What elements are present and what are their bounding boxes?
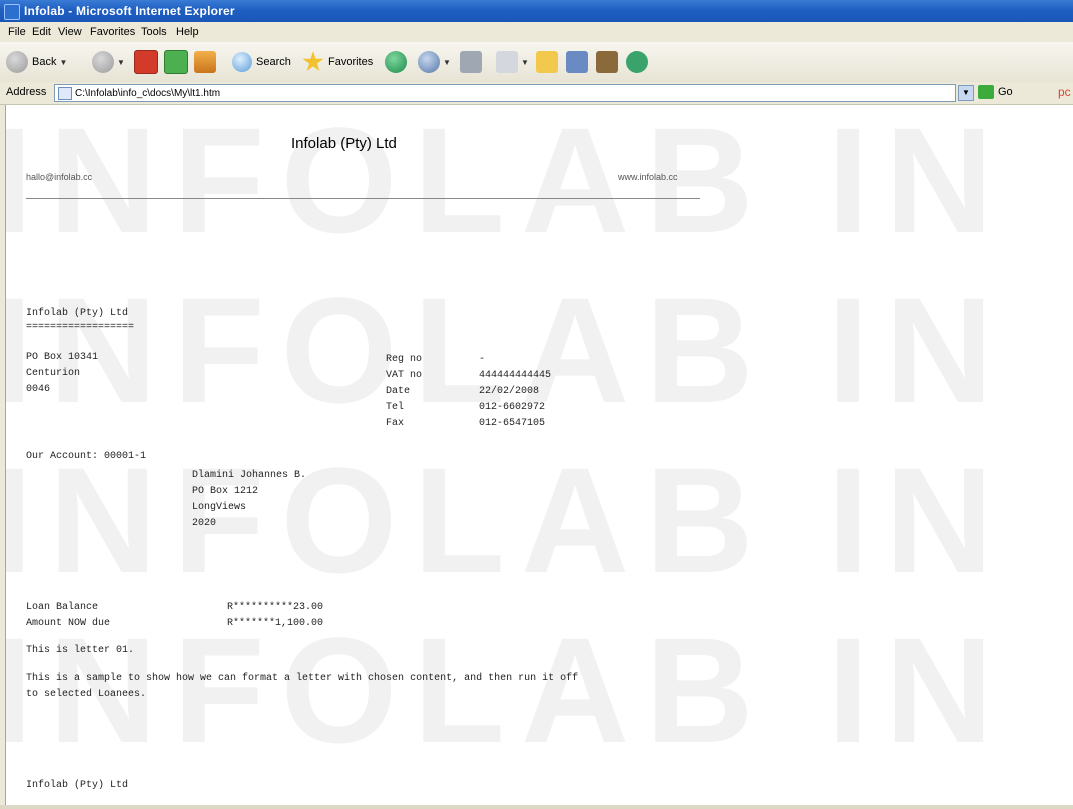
refresh-icon (164, 50, 188, 74)
menu-edit[interactable]: Edit (32, 26, 51, 38)
stop-button[interactable] (134, 48, 158, 76)
recipient-line: PO Box 1212 (192, 486, 259, 497)
sender-address-line: Centurion (26, 368, 81, 379)
watermark-row: INFOLAB IN (5, 105, 1010, 264)
history-icon (418, 51, 440, 73)
print-icon (460, 51, 482, 73)
page-icon (58, 87, 72, 100)
detail-label: VAT no (386, 370, 423, 381)
detail-label: Reg no (386, 354, 423, 365)
stop-icon (134, 50, 158, 74)
search-button[interactable]: Search (232, 48, 291, 76)
favorites-label: Favorites (328, 56, 374, 68)
favorites-button[interactable]: Favorites (302, 48, 373, 76)
folder-button[interactable] (536, 48, 558, 76)
detail-value: 012-6602972 (479, 402, 546, 413)
detail-label: Tel (386, 402, 405, 413)
chevron-down-icon: ▼ (443, 57, 451, 67)
extra-toolbar-text[interactable]: pc (1058, 85, 1071, 99)
search-icon (232, 52, 252, 72)
detail-label: Fax (386, 418, 405, 429)
forward-arrow-icon (92, 51, 114, 73)
chevron-down-icon: ▼ (521, 57, 529, 67)
sender-company: Infolab (Pty) Ltd (26, 308, 129, 319)
address-label: Address (6, 86, 47, 98)
refresh-button[interactable] (164, 48, 188, 76)
print-button[interactable] (460, 48, 482, 76)
amount-due-value: R*******1,100.00 (227, 618, 324, 629)
edit-icon (496, 51, 518, 73)
page-content: INFOLAB IN INFOLAB IN INFOLAB IN INFOLAB… (5, 105, 1073, 805)
edit-button[interactable]: ▼ (496, 48, 529, 76)
menu-tools[interactable]: Tools (141, 26, 167, 38)
book-button[interactable] (596, 48, 618, 76)
footer-company: Infolab (Pty) Ltd (26, 780, 129, 791)
toolbar: Back ▼ ▼ Search Favorites ▼ ▼ (0, 42, 1073, 83)
letterhead-title: Infolab (Pty) Ltd (291, 135, 397, 152)
media-icon (385, 51, 407, 73)
menu-favorites[interactable]: Favorites (90, 26, 135, 38)
address-bar: Address ▼ Go pc (0, 82, 1073, 105)
book-icon (596, 51, 618, 73)
body-text-line: to selected Loanees. (26, 689, 147, 700)
address-input[interactable] (75, 86, 935, 100)
status-bar (0, 805, 1073, 809)
loan-balance-value: R**********23.00 (227, 602, 324, 613)
letterhead-website: www.infolab.cc (618, 172, 678, 182)
letter-number-line: This is letter 01. (26, 645, 135, 656)
sender-address-line: 0046 (26, 384, 51, 395)
back-arrow-icon (6, 51, 28, 73)
ie-app-icon (4, 4, 20, 20)
window-title: Infolab - Microsoft Internet Explorer (24, 4, 235, 18)
back-label: Back (32, 56, 57, 68)
loan-balance-label: Loan Balance (26, 602, 99, 613)
research-button[interactable] (566, 48, 588, 76)
go-button[interactable]: Go (998, 86, 1013, 98)
chevron-down-icon: ▼ (59, 57, 68, 67)
amount-due-label: Amount NOW due (26, 618, 111, 629)
history-button[interactable]: ▼ (418, 48, 451, 76)
sender-address-line: PO Box 10341 (26, 352, 99, 363)
back-button[interactable]: Back ▼ (6, 48, 67, 76)
messenger-button[interactable] (626, 48, 648, 76)
account-line: Our Account: 00001-1 (26, 451, 147, 462)
detail-value: 22/02/2008 (479, 386, 540, 397)
folder-icon (536, 51, 558, 73)
body-text-line: This is a sample to show how we can form… (26, 673, 579, 684)
title-bar: Infolab - Microsoft Internet Explorer (0, 0, 1073, 22)
research-icon (566, 51, 588, 73)
chevron-down-icon: ▼ (117, 57, 125, 67)
go-arrow-icon[interactable] (978, 85, 994, 99)
address-field[interactable] (54, 84, 956, 102)
search-label: Search (256, 56, 291, 68)
browser-window: Infolab - Microsoft Internet Explorer Fi… (0, 0, 1073, 809)
home-icon (194, 51, 216, 73)
address-dropdown-icon[interactable]: ▼ (958, 85, 974, 101)
detail-value: 012-6547105 (479, 418, 546, 429)
detail-value: 444444444445 (479, 370, 552, 381)
sender-company-underline: ================== (26, 322, 135, 333)
letterhead-divider (26, 198, 700, 199)
watermark-row: INFOLAB IN (5, 606, 1010, 774)
menu-bar: File Edit View Favorites Tools Help (0, 22, 1073, 43)
forward-button[interactable]: ▼ (92, 48, 125, 76)
detail-value: - (479, 354, 486, 365)
menu-view[interactable]: View (58, 26, 82, 38)
media-button[interactable] (385, 48, 407, 76)
messenger-icon (626, 51, 648, 73)
letterhead-email: hallo@infolab.cc (26, 172, 93, 182)
favorites-star-icon (302, 51, 324, 72)
detail-label: Date (386, 386, 411, 397)
recipient-line: LongViews (192, 502, 247, 513)
home-button[interactable] (194, 48, 216, 76)
menu-help[interactable]: Help (176, 26, 199, 38)
recipient-line: 2020 (192, 518, 217, 529)
menu-file[interactable]: File (8, 26, 26, 38)
watermark-row: INFOLAB IN (5, 436, 1010, 604)
recipient-line: Dlamini Johannes B. (192, 470, 307, 481)
